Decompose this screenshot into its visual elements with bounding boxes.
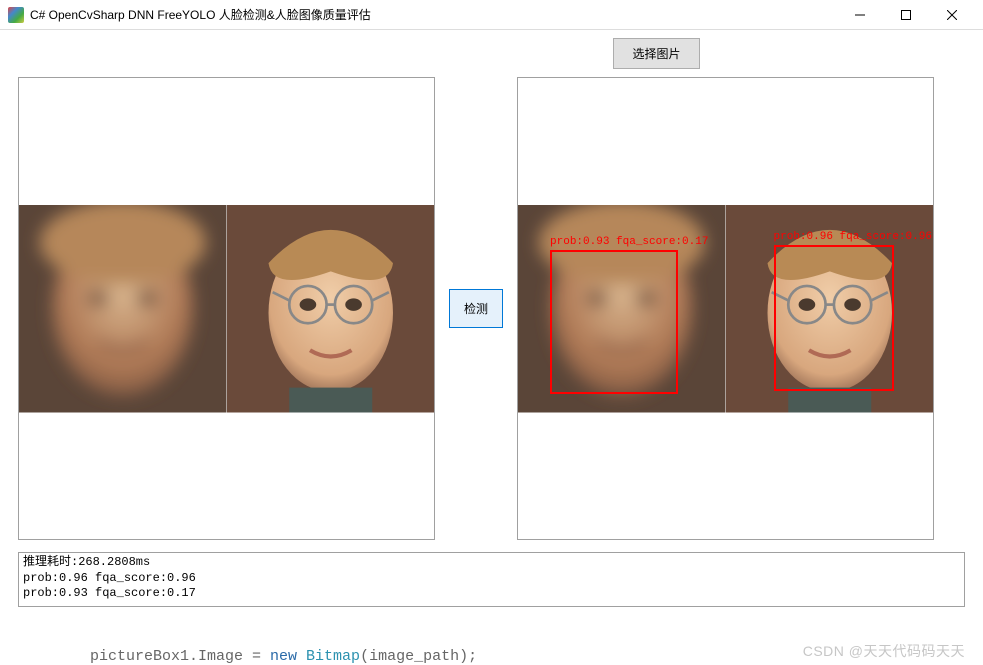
output-photo-strip: prob:0.93 fqa_score:0.17: [518, 205, 933, 415]
detect-button[interactable]: 检测: [449, 289, 503, 328]
output-line-3: prob:0.93 fqa_score:0.17: [23, 586, 196, 600]
input-image-panel[interactable]: [18, 77, 435, 540]
window-title: C# OpenCvSharp DNN FreeYOLO 人脸检测&人脸图像质量评…: [30, 6, 371, 23]
output-face-sharp: prob:0.96 fqa_score:0.96: [726, 205, 934, 415]
detection-bbox-left: prob:0.93 fqa_score:0.17: [550, 250, 678, 394]
top-button-row: 选择图片: [18, 38, 965, 69]
minimize-button[interactable]: [837, 0, 883, 30]
output-line-2: prob:0.96 fqa_score:0.96: [23, 571, 196, 585]
blurry-face-placeholder-icon: [19, 205, 227, 413]
client-area: 选择图片: [0, 30, 983, 607]
titlebar-left: C# OpenCvSharp DNN FreeYOLO 人脸检测&人脸图像质量评…: [8, 6, 371, 23]
input-face-sharp: [227, 205, 435, 415]
window-controls: [837, 0, 975, 30]
output-textbox[interactable]: 推理耗时:268.2808ms prob:0.96 fqa_score:0.96…: [18, 552, 965, 607]
output-image-panel[interactable]: prob:0.93 fqa_score:0.17: [517, 77, 934, 540]
middle-row: 检测 prob:0.93 f: [18, 77, 965, 540]
input-face-blurry: [19, 205, 227, 415]
maximize-button[interactable]: [883, 0, 929, 30]
sharp-face-placeholder-icon: [227, 205, 435, 413]
detection-bbox-right: prob:0.96 fqa_score:0.96: [774, 245, 894, 391]
watermark-text: CSDN @天天代码码天天: [803, 641, 965, 661]
input-photo-strip: [19, 205, 434, 415]
code-fragment: pictureBox1.Image = new Bitmap(image_pat…: [90, 648, 477, 665]
output-face-blurry: prob:0.93 fqa_score:0.17: [518, 205, 726, 415]
select-image-button[interactable]: 选择图片: [613, 38, 699, 69]
detection-label-left: prob:0.93 fqa_score:0.17: [550, 236, 708, 248]
window-titlebar: C# OpenCvSharp DNN FreeYOLO 人脸检测&人脸图像质量评…: [0, 0, 983, 30]
app-icon: [8, 7, 24, 23]
output-line-1: 推理耗时:268.2808ms: [23, 555, 150, 569]
close-button[interactable]: [929, 0, 975, 30]
detection-label-right: prob:0.96 fqa_score:0.96: [774, 231, 932, 243]
